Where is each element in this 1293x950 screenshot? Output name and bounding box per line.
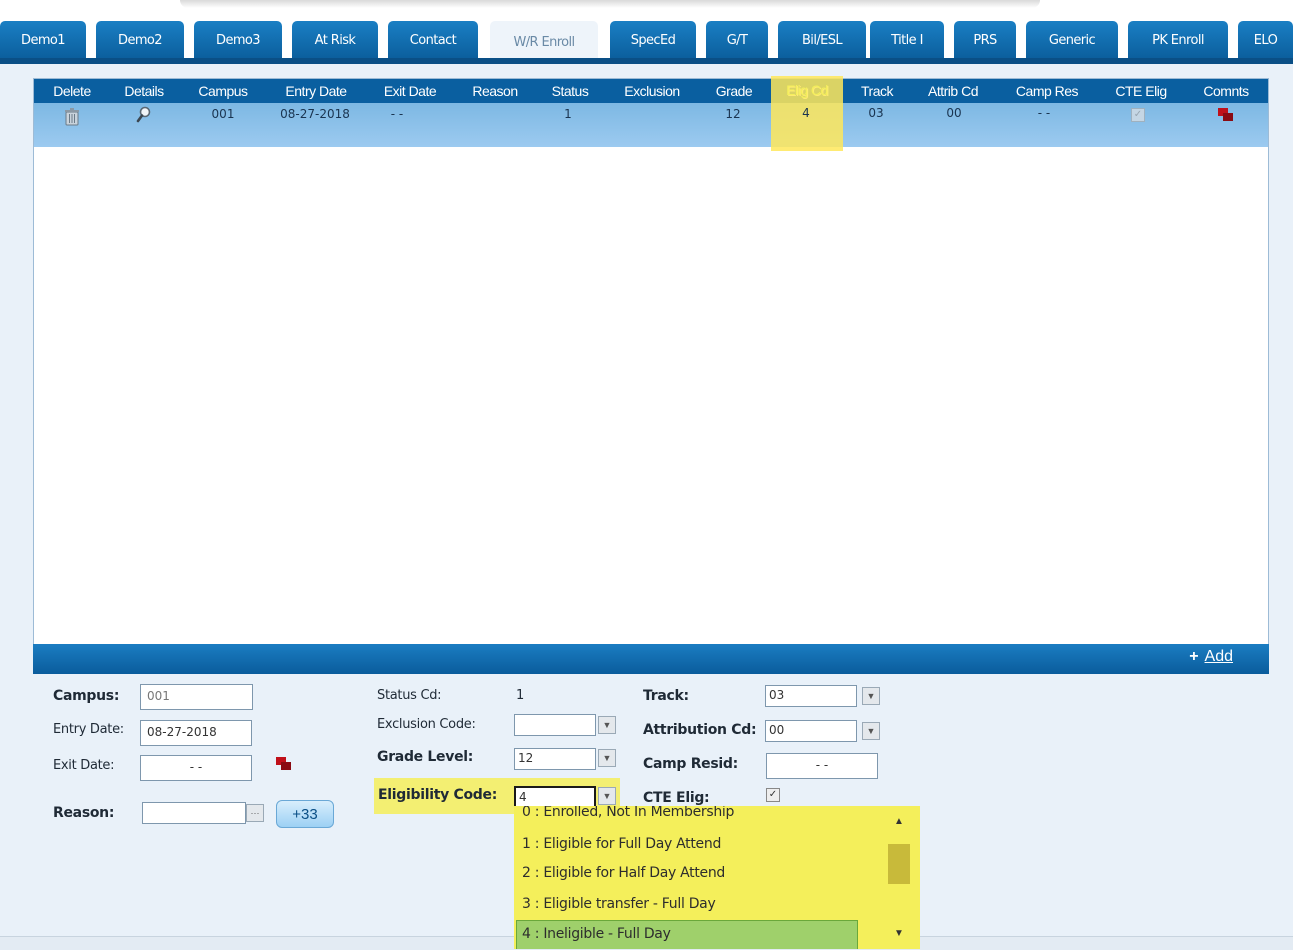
eligibility-code-dropdown-icon[interactable]: ▼ <box>598 787 616 805</box>
track-label: Track: <box>643 688 689 704</box>
exclusion-code-label: Exclusion Code: <box>377 717 476 732</box>
tab-bil-esl[interactable]: Bil/ESL <box>778 21 866 59</box>
scrollbar-thumb[interactable] <box>888 844 910 884</box>
col-header-elig-cd-highlighted: Elig Cd <box>786 82 828 98</box>
eligibility-code-options: 0 : Enrolled, Not In Membership 1 : Elig… <box>514 806 920 949</box>
options-scrollbar[interactable]: ▲ ▼ <box>886 806 920 949</box>
grade-level-field[interactable]: 12 <box>514 748 596 770</box>
reason-field[interactable] <box>142 802 246 824</box>
grade-level-label: Grade Level: <box>377 749 474 765</box>
tab-at-risk[interactable]: At Risk <box>292 21 378 59</box>
status-cd-label: Status Cd: <box>377 688 442 703</box>
tab-contact[interactable]: Contact <box>388 21 478 59</box>
eligibility-code-label: Eligibility Code: <box>378 787 497 803</box>
tab-pk-enroll[interactable]: PK Enroll <box>1128 21 1228 59</box>
tab-speced[interactable]: SpecEd <box>610 21 696 59</box>
option-3[interactable]: 3 : Eligible transfer - Full Day <box>522 896 716 912</box>
cell-cte-elig-checkbox: ✓ <box>1131 108 1145 122</box>
attribution-cd-dropdown-icon[interactable]: ▼ <box>862 722 880 740</box>
tab-generic[interactable]: Generic <box>1026 21 1118 59</box>
tab-demo2[interactable]: Demo2 <box>96 21 184 59</box>
attribution-cd-label: Attribution Cd: <box>643 722 757 738</box>
option-0[interactable]: 0 : Enrolled, Not In Membership <box>522 806 734 820</box>
tab-gt[interactable]: G/T <box>706 21 768 59</box>
cell-camp-res: - - <box>1037 106 1051 120</box>
grid-row-overlay: Elig Cd 4 03 00 - - ✓ <box>33 78 1269 148</box>
tab-demo3[interactable]: Demo3 <box>194 21 282 59</box>
add-label: Add <box>1204 648 1233 665</box>
tab-elo[interactable]: ELO <box>1238 21 1293 59</box>
tab-bar-shadow <box>180 0 1040 8</box>
exit-date-label: Exit Date: <box>53 758 115 773</box>
status-cd-value: 1 <box>516 688 524 703</box>
campus-label: Campus: <box>53 688 120 704</box>
cell-elig-cd: 4 <box>802 106 810 120</box>
entry-date-label: Entry Date: <box>53 722 124 737</box>
cell-attrib-cd: 00 <box>946 106 962 120</box>
exit-comments-icon[interactable] <box>276 757 292 774</box>
scroll-down-icon[interactable]: ▼ <box>894 928 904 939</box>
exclusion-code-field[interactable] <box>514 714 596 736</box>
tab-title-i[interactable]: Title I <box>870 21 944 59</box>
eligibility-code-field[interactable]: 4 <box>514 786 596 808</box>
cte-elig-checkbox[interactable]: ✓ <box>766 788 780 802</box>
attribution-cd-field[interactable]: 00 <box>765 720 857 742</box>
cte-elig-label: CTE Elig: <box>643 790 710 806</box>
grade-level-dropdown-icon[interactable]: ▼ <box>598 749 616 767</box>
comments-icon[interactable] <box>1218 108 1234 125</box>
reason-label: Reason: <box>53 805 115 821</box>
camp-resid-label: Camp Resid: <box>643 756 738 772</box>
campus-field[interactable]: 001 <box>140 684 253 710</box>
camp-resid-field[interactable]: - - <box>766 753 878 779</box>
scroll-up-icon[interactable]: ▲ <box>894 816 904 827</box>
track-dropdown-icon[interactable]: ▼ <box>862 687 880 705</box>
reason-lookup-button[interactable]: ··· <box>246 804 264 822</box>
option-2[interactable]: 2 : Eligible for Half Day Attend <box>522 865 725 881</box>
option-4[interactable]: 4 : Ineligible - Full Day <box>522 926 671 942</box>
track-field[interactable]: 03 <box>765 685 857 707</box>
add-row-link[interactable]: + Add <box>1189 648 1233 666</box>
plus-icon: + <box>1189 648 1199 665</box>
tab-bar: Demo1 Demo2 Demo3 At Risk Contact W/R En… <box>0 0 1293 64</box>
plus-33-button[interactable]: +33 <box>276 800 334 828</box>
cell-track: 03 <box>868 106 884 120</box>
entry-date-field[interactable]: 08-27-2018 <box>140 720 252 746</box>
grid-footer: + Add <box>33 644 1269 674</box>
tab-demo1[interactable]: Demo1 <box>0 21 86 59</box>
exit-date-field[interactable]: - - <box>140 755 252 781</box>
option-1[interactable]: 1 : Eligible for Full Day Attend <box>522 836 721 852</box>
exclusion-code-dropdown-icon[interactable]: ▼ <box>598 716 616 734</box>
enrollment-grid: Delete Details Campus Entry Date Exit Da… <box>33 78 1269 646</box>
tab-prs[interactable]: PRS <box>954 21 1016 59</box>
